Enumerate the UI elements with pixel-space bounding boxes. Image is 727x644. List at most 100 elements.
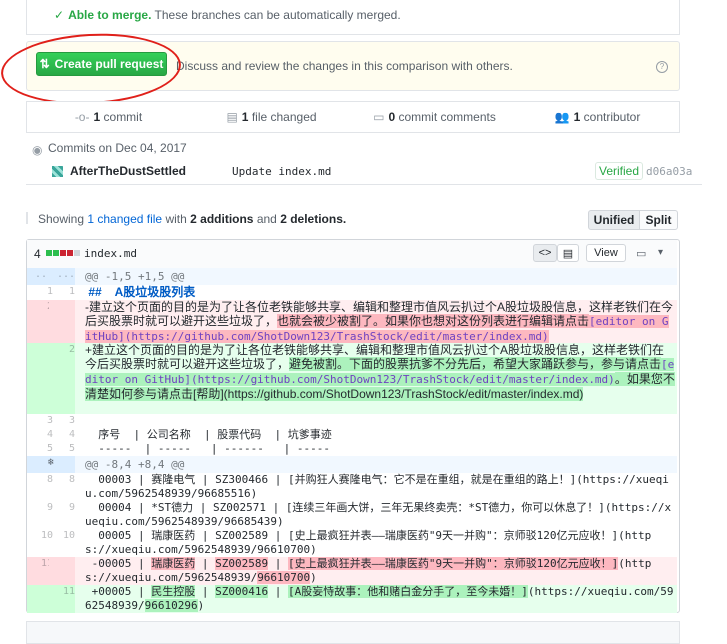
- line-content: |: [195, 557, 216, 570]
- diff-line: 11 ## A股垃圾股列表: [27, 285, 677, 300]
- deletions-count: 2 deletions.: [280, 212, 347, 226]
- diffstat: [46, 250, 80, 256]
- comments-count: 0: [388, 110, 396, 124]
- contributors-count: 1: [573, 110, 581, 124]
- comparison-stats-bar: -o- 1 commit ▤ 1 file changed ▭ 0 commit co…: [26, 101, 680, 133]
- desktop-icon[interactable]: ▭: [636, 247, 646, 260]
- hunk-text: @@ -1,5 +1,5 @@: [85, 270, 185, 283]
- line-content: ## A股垃圾股列表: [85, 285, 196, 299]
- summary-with: with: [165, 212, 187, 226]
- new-line-number[interactable]: 8: [49, 473, 75, 501]
- new-line-number[interactable]: 11: [49, 585, 75, 613]
- diff-line-added: 2 +建立这个页面的目的是为了让各位老铁能够共享、编辑和整理市值风云扒过个A股垃圾…: [27, 343, 677, 414]
- code-view-icon[interactable]: <>: [533, 244, 557, 262]
- stat-commits[interactable]: -o- 1 commit: [27, 110, 190, 124]
- split-view-button[interactable]: Split: [639, 210, 678, 230]
- people-icon: 👥: [554, 110, 570, 124]
- added-highlight: SZ000416: [215, 585, 269, 598]
- next-section-box: [26, 621, 680, 644]
- diffstat-block: [46, 250, 52, 256]
- new-line-number[interactable]: 10: [49, 529, 75, 557]
- chevron-down-icon[interactable]: ▾: [658, 247, 663, 258]
- commits-count: 1: [93, 110, 101, 124]
- files-label: file changed: [251, 110, 317, 124]
- commit-icon: -o-: [74, 110, 90, 124]
- new-line-number[interactable]: 2: [49, 343, 75, 414]
- summary-prefix: Showing: [38, 212, 85, 226]
- stat-contributors[interactable]: 👥 1 contributor: [516, 110, 679, 124]
- line-content: 序号 | 公司名称 | 股票代码 | 坑爹事迹: [85, 428, 332, 441]
- hunk-text: @@ -8,4 +8,4 @@: [85, 458, 185, 471]
- diff-line: 99 00004 | *ST德力 | SZ002571 | [连续三年画大饼，三…: [27, 501, 677, 529]
- summary-and: and: [256, 212, 277, 226]
- question-icon[interactable]: ?: [656, 61, 668, 73]
- expand-icon[interactable]: ...: [49, 268, 75, 285]
- line-content: |: [195, 585, 216, 598]
- line-content: |: [268, 585, 288, 598]
- unified-view-button[interactable]: Unified: [588, 210, 640, 230]
- diffstat-block: [53, 250, 59, 256]
- hunk-header: ...... @@ -1,5 +1,5 @@: [27, 268, 677, 285]
- rich-diff-icon[interactable]: ▤: [557, 244, 579, 262]
- added-highlight: 96610296: [144, 599, 198, 612]
- deleted-highlight: 96610700: [257, 571, 311, 584]
- new-line-number[interactable]: 5: [49, 442, 75, 456]
- timeline-line: [26, 212, 35, 224]
- line-content: -00005 |: [85, 557, 152, 570]
- changed-files-link[interactable]: 1 changed file: [87, 212, 162, 226]
- new-line-number[interactable]: 4: [49, 428, 75, 442]
- new-line-number[interactable]: [49, 300, 75, 343]
- additions-count: 2 additions: [190, 212, 254, 226]
- hunk-header: ❄ @@ -8,4 +8,4 @@: [27, 456, 677, 473]
- deleted-highlight: 瑞康医药: [151, 557, 196, 570]
- line-content: ----- | ----- | ------ | -----: [85, 442, 331, 455]
- added-highlight: [A股妄恃故事：他和赌白金分手了，至今未婚！]: [287, 585, 528, 598]
- new-line-number[interactable]: [49, 557, 75, 585]
- new-line-number[interactable]: 9: [49, 501, 75, 529]
- view-file-button[interactable]: View: [586, 244, 626, 262]
- diff-summary: Showing 1 changed file with 2 additions …: [38, 212, 346, 226]
- added-highlight: 避免被割。下面的股票抗爹不分先后，希望大家踊跃参与，参与请点击: [289, 357, 662, 371]
- deleted-highlight: 也就会被少被割了。如果你也想对这份列表进行编辑请点击: [277, 314, 590, 328]
- line-content: +00005 |: [85, 585, 152, 598]
- line-content: 00005 | 瑞康医药 | SZ002589 | [史上最疯狂并表——瑞康医药…: [85, 529, 652, 556]
- diff-line-deleted: 2-建立这个页面的目的是为了让各位老铁能够共享、编辑和整理市值风云扒过个A股垃圾…: [27, 300, 677, 343]
- unfold-icon[interactable]: ❄: [27, 456, 75, 473]
- commit-timeline-icon: ◉: [32, 143, 43, 157]
- commit-author[interactable]: AfterTheDustSettled: [70, 164, 186, 178]
- merge-status: ✓ Able to merge. These branches can be au…: [54, 8, 401, 22]
- pr-description: Discuss and review the changes in this c…: [176, 59, 513, 73]
- files-count: 1: [241, 110, 249, 124]
- stat-files[interactable]: ▤ 1 file changed: [190, 110, 353, 124]
- comments-label: commit comments: [398, 110, 496, 124]
- deleted-highlight: SZ002589: [215, 557, 269, 570]
- added-highlight: 民生控股: [151, 585, 196, 598]
- line-content: ): [310, 571, 317, 584]
- file-diff-icon: ▤: [226, 110, 238, 124]
- commit-sha[interactable]: d06a03a: [646, 165, 692, 178]
- diff-line: 55 ----- | ----- | ------ | -----: [27, 442, 677, 456]
- stat-comments[interactable]: ▭ 0 commit comments: [353, 110, 516, 124]
- new-line-number[interactable]: 1: [49, 285, 75, 300]
- line-content: ): [197, 599, 205, 612]
- new-line-number[interactable]: 3: [49, 414, 75, 428]
- verified-badge[interactable]: Verified: [595, 162, 644, 180]
- commits-date: Commits on Dec 04, 2017: [48, 141, 187, 155]
- contributors-label: contributor: [583, 110, 641, 124]
- line-content: 00003 | 赛隆电气 | SZ300466 | [并购狂人赛隆电气：它不是在…: [85, 473, 669, 500]
- diffstat-block: [74, 250, 80, 256]
- line-content: |: [268, 557, 288, 570]
- merge-status-detail: These branches can be automatically merg…: [154, 8, 401, 22]
- diff-line-deleted: 11 -00005 | 瑞康医药 | SZ002589 | [史上最疯狂并表——…: [27, 557, 677, 585]
- commit-message[interactable]: Update index.md: [232, 165, 331, 178]
- deleted-highlight: [史上最疯狂并表——瑞康医药"9天一并购"：京师驳120亿元应收！]: [287, 557, 619, 570]
- file-name[interactable]: index.md: [84, 247, 137, 260]
- diff-line: 88 00003 | 赛隆电气 | SZ300466 | [并购狂人赛隆电气：它…: [27, 473, 677, 501]
- author-avatar[interactable]: [52, 166, 63, 177]
- diff-line: 44 序号 | 公司名称 | 股票代码 | 坑爹事迹: [27, 428, 677, 442]
- commits-label: commit: [103, 110, 143, 124]
- diff-line: 33: [27, 414, 677, 428]
- check-icon: ✓: [54, 8, 65, 22]
- merge-status-label: Able to merge.: [68, 8, 152, 22]
- diffstat-block: [67, 250, 73, 256]
